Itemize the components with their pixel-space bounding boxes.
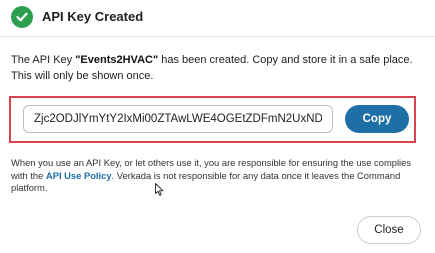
dialog-title: API Key Created	[42, 9, 144, 24]
close-button[interactable]: Close	[357, 216, 421, 244]
api-use-policy-link[interactable]: API Use Policy	[46, 170, 112, 181]
header-divider	[0, 36, 435, 37]
key-name: "Events2HVAC"	[75, 54, 159, 66]
copy-button[interactable]: Copy	[345, 105, 409, 133]
mouse-cursor-icon	[155, 183, 164, 196]
check-circle-icon	[11, 6, 33, 28]
api-key-field[interactable]	[23, 105, 333, 133]
created-message: The API Key "Events2HVAC" has been creat…	[11, 52, 426, 84]
message-prefix: The API Key	[11, 54, 76, 66]
api-key-created-dialog: API Key Created The API Key "Events2HVAC…	[0, 0, 435, 253]
responsibility-note: When you use an API Key, or let others u…	[11, 157, 426, 195]
dialog-header: API Key Created	[0, 0, 435, 36]
